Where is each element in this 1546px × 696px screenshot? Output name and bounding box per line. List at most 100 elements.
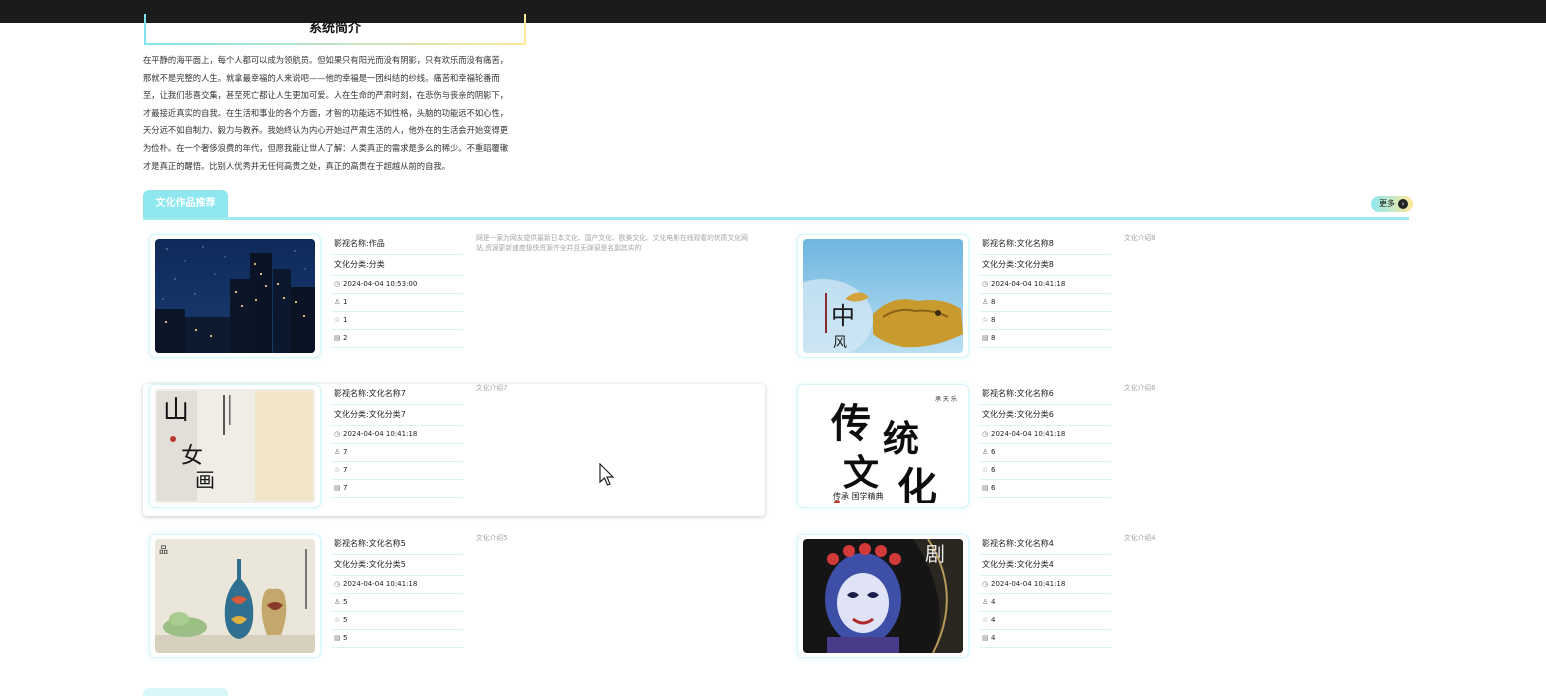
- culture-card[interactable]: 山 女 画 影视名称:文化名称7 文化分类:文化分类7 ◷ 2024-04-04 …: [143, 384, 765, 516]
- card-time-row: ◷ 2024-04-04 10:41:18: [979, 276, 1111, 294]
- comment-icon: ▤: [334, 634, 341, 642]
- svg-text:承 天 乐: 承 天 乐: [935, 395, 957, 403]
- culture-card[interactable]: 剧 影视名称:文化名称4 文化分类:文化分类4 ◷ 2024-04-04 10:4…: [791, 534, 1413, 666]
- card-title[interactable]: 影视名称:文化名称7: [331, 384, 463, 405]
- card-category: 文化分类:文化分类5: [331, 555, 463, 576]
- comment-icon: ▤: [982, 484, 989, 492]
- card-likes-row: ♙ 6: [979, 444, 1111, 462]
- card-comments-row: ▤ 7: [331, 480, 463, 498]
- card-favorites: 4: [991, 616, 996, 624]
- card-category: 文化分类:文化分类6: [979, 405, 1111, 426]
- intro-line: 为俭朴。在一个奢侈浪费的年代，但愿我能让世人了解：人类真正的需求是多么的稀少。不…: [143, 142, 509, 153]
- svg-text:山: 山: [163, 396, 189, 426]
- card-comments: 7: [343, 484, 348, 492]
- opera-mask-image: 剧: [803, 539, 963, 653]
- svg-text:统: 统: [883, 418, 919, 460]
- clock-icon: ◷: [334, 280, 341, 288]
- card-likes: 4: [991, 598, 996, 606]
- card-thumbnail[interactable]: 中 风: [797, 234, 969, 358]
- card-favorites: 5: [343, 616, 348, 624]
- golden-dragon-image: 中 风: [803, 239, 963, 353]
- card-title[interactable]: 影视名称:文化名称4: [979, 534, 1111, 555]
- card-time-row: ◷ 2024-04-04 10:41:18: [331, 426, 463, 444]
- thumbs-up-icon: ♙: [334, 298, 341, 306]
- culture-card[interactable]: 影视名称:作品 文化分类:分类 ◷ 2024-04-04 10:53:00 ♙ 1 …: [143, 234, 765, 366]
- card-favorites-row: ☆ 8: [979, 312, 1111, 330]
- card-favorites-row: ☆ 6: [979, 462, 1111, 480]
- card-likes-row: ♙ 1: [331, 294, 463, 312]
- card-title[interactable]: 影视名称:文化名称6: [979, 384, 1111, 405]
- card-favorites-row: ☆ 7: [331, 462, 463, 480]
- card-comments: 2: [343, 334, 348, 342]
- card-favorites: 7: [343, 466, 348, 474]
- comment-icon: ▤: [334, 484, 341, 492]
- card-thumbnail[interactable]: 品: [149, 534, 321, 658]
- card-comments: 8: [991, 334, 996, 342]
- card-comments: 5: [343, 634, 348, 642]
- card-comments-row: ▤ 5: [331, 630, 463, 648]
- svg-text:女: 女: [181, 444, 203, 469]
- svg-text:风: 风: [833, 335, 847, 351]
- card-info: 影视名称:文化名称8 文化分类:文化分类8 ◷ 2024-04-04 10:41:…: [979, 234, 1111, 348]
- card-thumbnail[interactable]: 山 女 画: [149, 384, 321, 508]
- card-favorites-row: ☆ 4: [979, 612, 1111, 630]
- culture-card[interactable]: 中 风 影视名称:文化名称8 文化分类:文化分类8 ◷ 2024-04-04 10…: [791, 234, 1413, 366]
- svg-text:中: 中: [831, 302, 855, 330]
- intro-line: 那就不是完整的人生。就拿最幸福的人来说吧——他的幸福是一团纠结的纱线。痛苦和幸福…: [143, 72, 500, 83]
- card-title[interactable]: 影视名称:文化名称5: [331, 534, 463, 555]
- card-time-row: ◷ 2024-04-04 10:41:18: [331, 576, 463, 594]
- intro-title: 系统简介: [308, 21, 361, 36]
- card-title[interactable]: 影视名称:作品: [331, 234, 463, 255]
- card-likes-row: ♙ 8: [979, 294, 1111, 312]
- card-thumbnail[interactable]: 传 统 文 化 承 天 乐 传承 国学精典: [797, 384, 969, 508]
- calligraphy-scroll-image: 山 女 画: [155, 389, 315, 503]
- culture-card[interactable]: 品 影视名称:文化名称5 文化分类:文化分类5 ◷ 2024-04-04 10:4…: [143, 534, 765, 666]
- card-time: 2024-04-04 10:41:18: [991, 580, 1066, 588]
- card-time: 2024-04-04 10:41:18: [343, 580, 418, 588]
- card-comments: 6: [991, 484, 996, 492]
- svg-text:传: 传: [830, 400, 871, 447]
- card-title[interactable]: 影视名称:文化名称8: [979, 234, 1111, 255]
- star-icon: ☆: [982, 616, 989, 624]
- card-likes: 7: [343, 448, 348, 456]
- thumbs-up-icon: ♙: [982, 448, 989, 456]
- card-thumbnail[interactable]: 剧: [797, 534, 969, 658]
- card-description: 文化介绍5: [476, 534, 508, 542]
- card-time: 2024-04-04 10:53:00: [343, 280, 418, 288]
- more-button[interactable]: 更多 ›: [1371, 196, 1413, 212]
- card-likes-row: ♙ 4: [979, 594, 1111, 612]
- card-info: 影视名称:文化名称5 文化分类:文化分类5 ◷ 2024-04-04 10:41:…: [331, 534, 463, 648]
- card-comments-row: ▤ 6: [979, 480, 1111, 498]
- traditional-culture-calligraphy-image: 传 统 文 化 承 天 乐 传承 国学精典: [803, 389, 963, 503]
- clock-icon: ◷: [334, 430, 341, 438]
- card-comments: 4: [991, 634, 996, 642]
- card-description: 文化介绍7: [476, 384, 508, 392]
- intro-line: 才最接近真实的自我。在生活和事业的各个方面，才智的功能远不如性格，头脑的功能远不…: [143, 107, 509, 118]
- card-description: 文化介绍6: [1124, 384, 1156, 392]
- card-info: 影视名称:文化名称6 文化分类:文化分类6 ◷ 2024-04-04 10:41:…: [979, 384, 1111, 498]
- card-time-row: ◷ 2024-04-04 10:53:00: [331, 276, 463, 294]
- svg-text:化: 化: [897, 464, 937, 503]
- card-favorites: 6: [991, 466, 996, 474]
- intro-line: 才是真正的醒悟。比别人优秀并无任何高贵之处，真正的高贵在于超越从前的自我。: [143, 160, 450, 171]
- thumbs-up-icon: ♙: [982, 598, 989, 606]
- card-favorites-row: ☆ 1: [331, 312, 463, 330]
- card-category: 文化分类:分类: [331, 255, 463, 276]
- card-category: 文化分类:文化分类4: [979, 555, 1111, 576]
- card-time: 2024-04-04 10:41:18: [991, 280, 1066, 288]
- thumbs-up-icon: ♙: [334, 598, 341, 606]
- star-icon: ☆: [982, 316, 989, 324]
- card-comments-row: ▤ 2: [331, 330, 463, 348]
- card-thumbnail[interactable]: [149, 234, 321, 358]
- card-description: 文化介绍8: [1124, 234, 1156, 242]
- intro-line: 天分远不如自制力、毅力与教养。我始终认为内心开始过严肃生活的人，他外在的生活会开…: [143, 125, 509, 136]
- card-info: 影视名称:作品 文化分类:分类 ◷ 2024-04-04 10:53:00 ♙ 1 …: [331, 234, 463, 348]
- card-likes: 1: [343, 298, 348, 306]
- intro-text: 在平静的海平面上，每个人都可以成为领航员。但如果只有阳光而没有阴影，只有欢乐而没…: [143, 52, 525, 175]
- svg-text:传承 国学精典: 传承 国学精典: [833, 491, 884, 501]
- clock-icon: ◷: [982, 280, 989, 288]
- card-likes: 8: [991, 298, 996, 306]
- culture-card[interactable]: 传 统 文 化 承 天 乐 传承 国学精典 影视名称:文化名称6 文化分类:文化…: [791, 384, 1413, 516]
- card-likes: 6: [991, 448, 996, 456]
- city-night-image: [155, 239, 315, 353]
